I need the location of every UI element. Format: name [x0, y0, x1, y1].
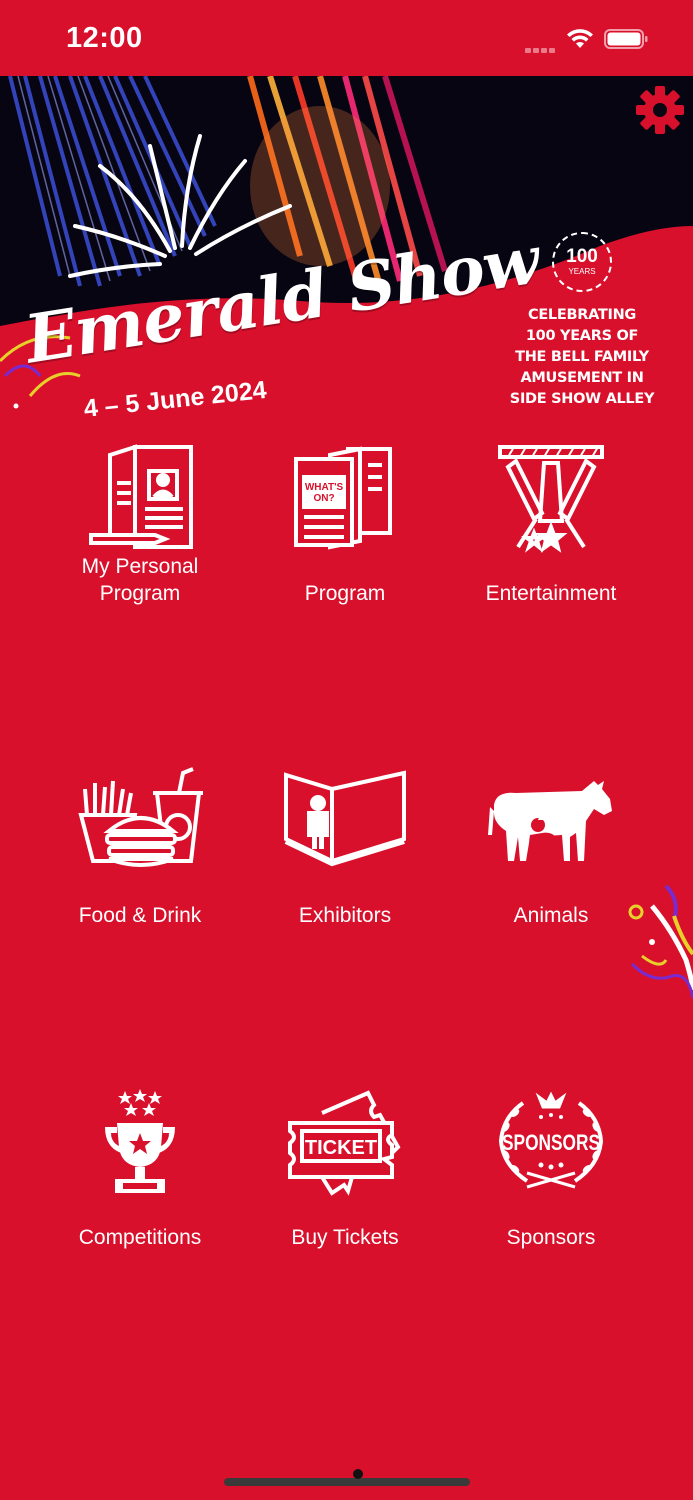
header-banner: Emerald Show 4 – 5 June 2024 100 YEARS C…	[0, 76, 693, 416]
menu-item-label: Exhibitors	[298, 904, 392, 927]
status-time: 12:00	[66, 22, 143, 54]
program-icon: WHAT'S ON?	[294, 446, 392, 550]
ticket-icon: TICKET	[288, 1090, 401, 1196]
celebrating-line: CELEBRATING	[527, 307, 637, 323]
celebrating-line: AMUSEMENT IN	[520, 370, 644, 386]
menu-item-sponsors[interactable]: SPONSORS Sponsors	[451, 1087, 651, 1251]
celebrating-line: SIDE SHOW ALLEY	[509, 391, 655, 407]
menu-item-program[interactable]: WHAT'S ON? Program	[245, 443, 445, 607]
exhibitor-booth-icon	[284, 770, 406, 867]
menu-item-label: My Personal	[81, 555, 199, 578]
menu-item-exhibitors[interactable]: Exhibitors	[245, 765, 445, 929]
menu-item-label: Buy Tickets	[291, 1226, 399, 1249]
menu-item-label: Competitions	[78, 1226, 202, 1249]
program-icon-text-1: WHAT'S	[305, 482, 344, 493]
menu-item-my-personal-program[interactable]: My Personal Program	[40, 443, 240, 607]
menu-item-animals[interactable]: Animals	[451, 765, 651, 929]
menu-item-label: Food & Drink	[78, 904, 202, 927]
ticket-icon-text: TICKET	[305, 1137, 377, 1159]
food-drink-icon	[78, 767, 203, 867]
cellular-signal-icon	[525, 40, 557, 58]
celebrating-line: 100 YEARS OF	[525, 328, 639, 344]
badge-label: YEARS	[568, 267, 596, 276]
personal-program-icon	[89, 444, 193, 549]
stage-lights-icon	[498, 445, 604, 553]
badge-number: 100	[566, 246, 598, 267]
settings-gear-icon[interactable]	[634, 84, 686, 136]
menu-item-label: Program	[99, 582, 181, 605]
celebrating-text: CELEBRATING 100 YEARS OF THE BELL FAMILY…	[506, 305, 658, 410]
status-bar: 12:00	[0, 0, 693, 76]
menu-item-entertainment[interactable]: Entertainment	[451, 443, 651, 607]
menu-item-competitions[interactable]: Competitions	[40, 1087, 240, 1251]
battery-icon	[604, 29, 648, 49]
home-indicator[interactable]	[224, 1478, 470, 1486]
100-years-badge: 100 YEARS	[552, 232, 612, 292]
page-indicator-dot	[353, 1469, 363, 1479]
sponsors-icon: SPONSORS	[498, 1091, 604, 1189]
menu-item-label: Program	[304, 582, 386, 605]
program-icon-text-2: ON?	[313, 493, 334, 504]
celebrating-line: THE BELL FAMILY	[515, 349, 649, 365]
menu-item-label: Sponsors	[506, 1226, 596, 1249]
menu-item-food-drink[interactable]: Food & Drink	[40, 765, 240, 929]
menu-item-buy-tickets[interactable]: TICKET Buy Tickets	[245, 1087, 445, 1251]
trophy-icon	[105, 1089, 175, 1193]
menu-item-label: Entertainment	[485, 582, 617, 605]
sponsors-icon-text: SPONSORS	[502, 1130, 600, 1155]
farm-animals-icon	[488, 781, 612, 861]
wifi-icon	[567, 29, 593, 48]
confetti-decoration	[628, 884, 693, 999]
menu-item-label: Animals	[513, 904, 589, 927]
